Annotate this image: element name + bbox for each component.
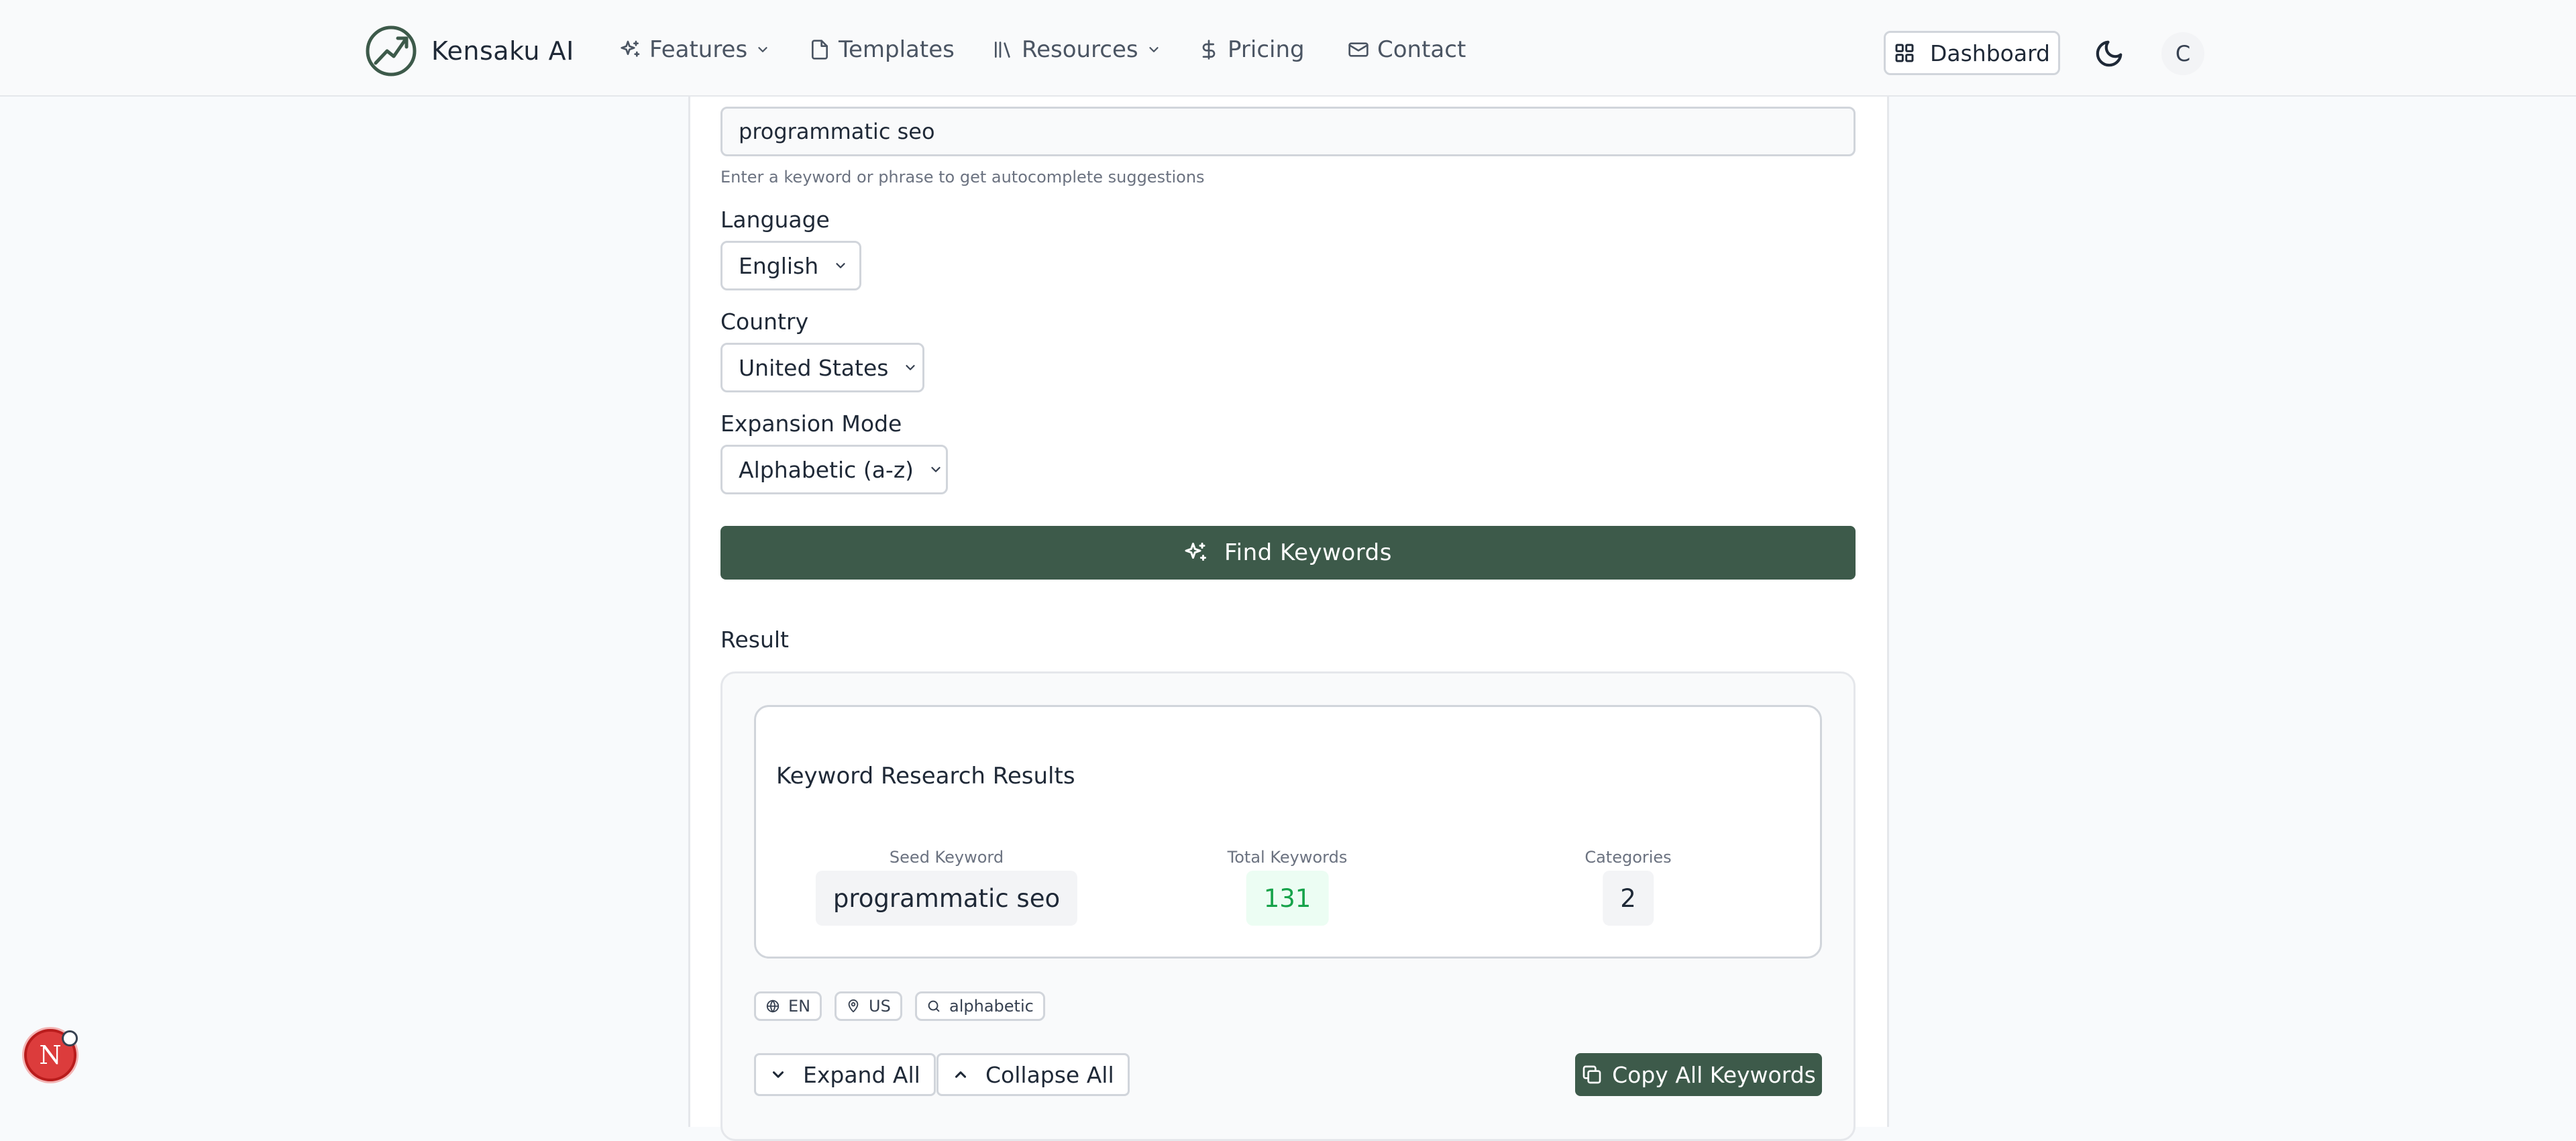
nav-templates[interactable]: Templates (809, 30, 955, 70)
globe-icon (766, 999, 780, 1013)
expansion-mode-value: Alphabetic (a-z) (739, 456, 914, 483)
sparkles-icon (1185, 543, 1207, 561)
total-keywords-label: Total Keywords (1227, 848, 1348, 867)
dollar-icon (1202, 40, 1216, 60)
sparkles-icon (621, 40, 640, 57)
nav-contact[interactable]: Contact (1348, 30, 1466, 70)
nav-contact-label: Contact (1377, 36, 1466, 63)
expansion-mode-label: Expansion Mode (720, 411, 902, 437)
nav-resources[interactable]: Resources (992, 30, 1161, 70)
nav-templates-label: Templates (839, 36, 955, 63)
categories-label: Categories (1585, 848, 1672, 867)
result-section-label: Result (720, 627, 789, 653)
chevron-down-icon (772, 1071, 784, 1078)
brand-logo-icon (366, 25, 417, 76)
total-keywords-value: 131 (1246, 871, 1329, 926)
country-label: Country (720, 309, 809, 335)
expansion-mode-select[interactable]: Alphabetic (a-z) (720, 445, 948, 494)
grid-icon (1895, 44, 1914, 62)
copy-all-keywords-button[interactable]: Copy All Keywords (1575, 1053, 1822, 1096)
chevron-down-icon (758, 47, 767, 52)
mail-icon (1348, 42, 1368, 57)
brand-link[interactable]: Kensaku AI (364, 24, 574, 78)
top-navbar: Kensaku AI Features Templates Resources … (0, 0, 2576, 97)
mode-chip: alphabetic (915, 991, 1045, 1021)
language-value: English (739, 252, 819, 279)
expand-all-button[interactable]: Expand All (754, 1053, 936, 1096)
mode-chip-label: alphabetic (949, 997, 1034, 1016)
results-card-title: Keyword Research Results (776, 763, 1075, 790)
chevron-down-icon (931, 467, 941, 472)
seed-keyword-value: programmatic seo (815, 871, 1078, 926)
nav-features-label: Features (649, 36, 748, 63)
nav-features[interactable]: Features (620, 30, 770, 70)
chevron-up-icon (955, 1071, 967, 1078)
language-label: Language (720, 207, 830, 233)
keyword-input[interactable] (720, 107, 1856, 156)
map-pin-icon (848, 999, 859, 1013)
chevron-down-icon (836, 263, 845, 268)
keyword-hint: Enter a keyword or phrase to get autocom… (720, 168, 1205, 186)
expand-all-label: Expand All (803, 1061, 920, 1088)
country-chip: US (835, 991, 902, 1021)
search-icon (928, 1000, 940, 1012)
nav-pricing-label: Pricing (1228, 36, 1305, 63)
collapse-all-button[interactable]: Collapse All (936, 1053, 1130, 1096)
chevron-down-icon (906, 365, 916, 370)
brand-name: Kensaku AI (431, 36, 574, 66)
dashboard-button[interactable]: Dashboard (1884, 31, 2060, 75)
nav-pricing[interactable]: Pricing (1198, 30, 1305, 70)
country-chip-label: US (869, 997, 891, 1016)
language-chip-label: EN (788, 997, 811, 1016)
chevron-down-icon (1148, 47, 1159, 52)
badge-status-dot (62, 1030, 78, 1046)
theme-toggle-button[interactable] (2092, 36, 2127, 71)
user-avatar[interactable]: C (2161, 32, 2204, 75)
language-select[interactable]: English (720, 241, 861, 290)
copy-all-keywords-label: Copy All Keywords (1612, 1061, 1816, 1088)
find-keywords-label: Find Keywords (1224, 539, 1392, 566)
library-icon (995, 42, 1010, 58)
country-select[interactable]: United States (720, 343, 924, 392)
nav-resources-label: Resources (1022, 36, 1138, 63)
language-chip: EN (754, 991, 822, 1021)
find-keywords-button[interactable]: Find Keywords (720, 526, 1856, 580)
document-icon (812, 40, 828, 60)
dashboard-label: Dashboard (1929, 40, 2051, 66)
collapse-all-label: Collapse All (985, 1061, 1114, 1088)
copy-icon (1582, 1065, 1601, 1084)
categories-value: 2 (1603, 871, 1654, 926)
moon-icon (2096, 40, 2123, 67)
seed-keyword-label: Seed Keyword (889, 848, 1004, 867)
country-value: United States (739, 354, 889, 381)
